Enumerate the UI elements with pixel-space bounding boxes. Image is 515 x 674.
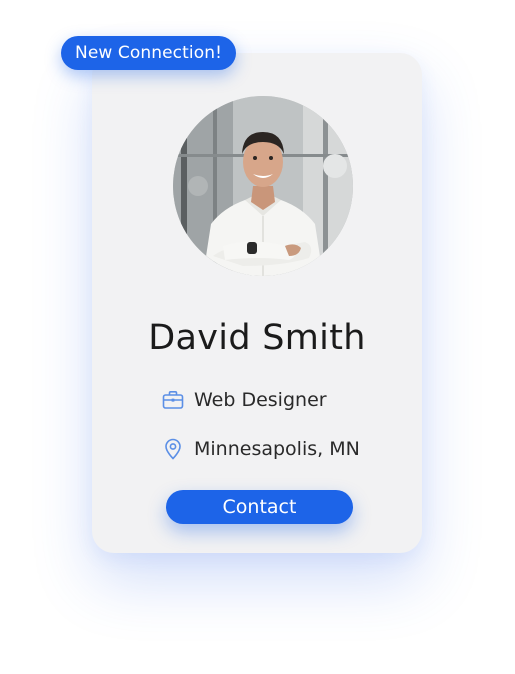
stage: New Connection! David Smith Web Designer… — [0, 0, 515, 674]
briefcase-icon — [162, 389, 184, 411]
avatar — [173, 96, 353, 276]
contact-button[interactable]: Contact — [166, 490, 353, 524]
new-connection-badge: New Connection! — [61, 36, 236, 70]
profile-name: David Smith — [148, 318, 366, 358]
avatar-photo — [173, 96, 353, 276]
location: Minnesapolis, MN — [194, 438, 360, 460]
location-row: Minnesapolis, MN — [162, 437, 360, 461]
job-title-row: Web Designer — [162, 388, 327, 412]
map-pin-icon — [162, 438, 184, 460]
job-title: Web Designer — [194, 389, 327, 411]
